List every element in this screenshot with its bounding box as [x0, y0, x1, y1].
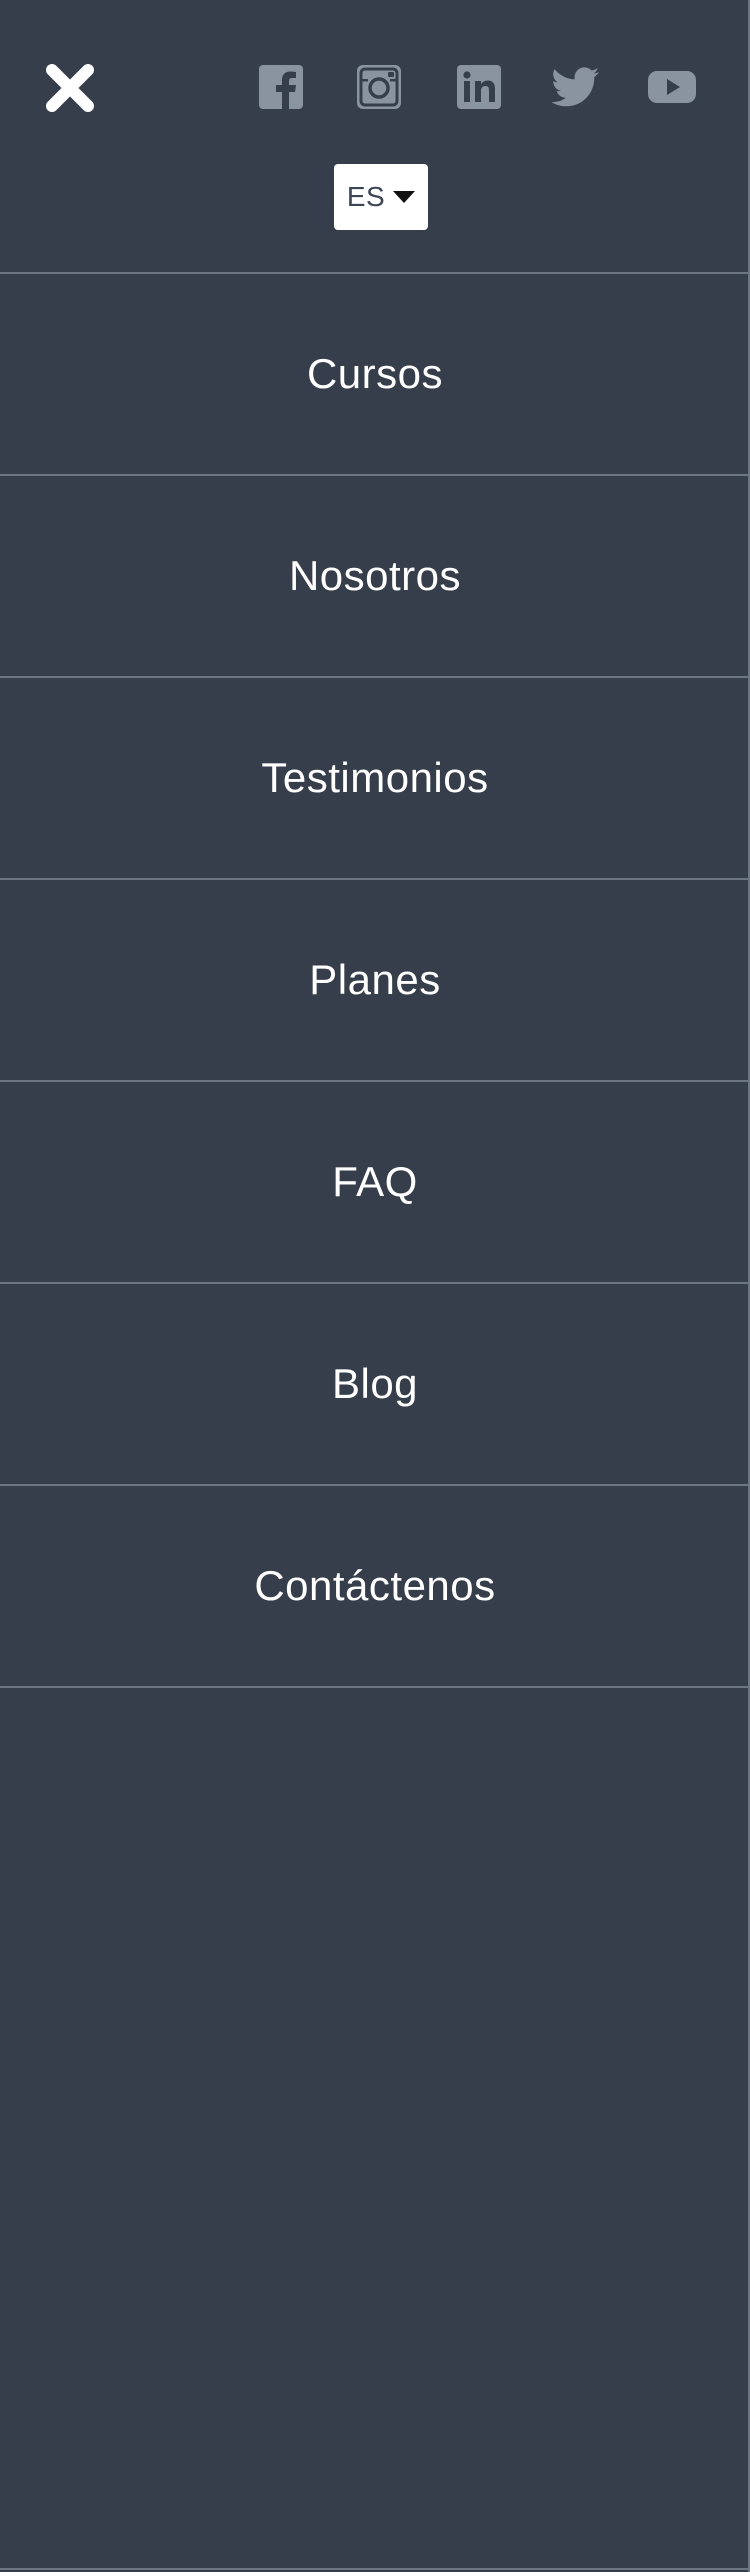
language-selected: ES	[346, 181, 386, 212]
mobile-nav-panel: ES Cursos Nosotros Testimonios Planes FA…	[0, 0, 750, 2572]
instagram-icon	[357, 65, 401, 109]
language-selector[interactable]: ES	[334, 164, 428, 230]
menu-item-faq[interactable]: FAQ	[0, 1082, 750, 1284]
menu-item-blog[interactable]: Blog	[0, 1284, 750, 1486]
facebook-icon	[259, 65, 303, 109]
menu-item-label: Contáctenos	[254, 1562, 496, 1609]
facebook-link[interactable]	[256, 62, 306, 112]
menu-item-planes[interactable]: Planes	[0, 880, 750, 1082]
menu-item-cursos[interactable]: Cursos	[0, 274, 750, 476]
twitter-icon	[552, 67, 599, 107]
youtube-icon	[648, 71, 696, 103]
linkedin-link[interactable]	[454, 62, 504, 112]
linkedin-icon	[457, 65, 501, 109]
panel-bottom-divider	[0, 2568, 750, 2570]
menu-item-label: Blog	[331, 1360, 419, 1407]
menu-item-label: Nosotros	[288, 552, 462, 599]
menu-item-contactenos[interactable]: Contáctenos	[0, 1486, 750, 1688]
menu-item-label: Planes	[309, 956, 441, 1003]
twitter-link[interactable]	[551, 62, 601, 112]
menu-item-label: Testimonios	[261, 754, 489, 801]
menu-item-label: FAQ	[332, 1158, 418, 1205]
youtube-link[interactable]	[647, 62, 697, 112]
menu-item-label: Cursos	[306, 350, 444, 397]
nav-menu: Cursos Nosotros Testimonios Planes FAQ B…	[0, 272, 750, 1688]
caret-down-icon	[393, 191, 416, 203]
social-links	[0, 62, 750, 112]
menu-item-nosotros[interactable]: Nosotros	[0, 476, 750, 678]
menu-item-testimonios[interactable]: Testimonios	[0, 678, 750, 880]
instagram-link[interactable]	[354, 62, 404, 112]
